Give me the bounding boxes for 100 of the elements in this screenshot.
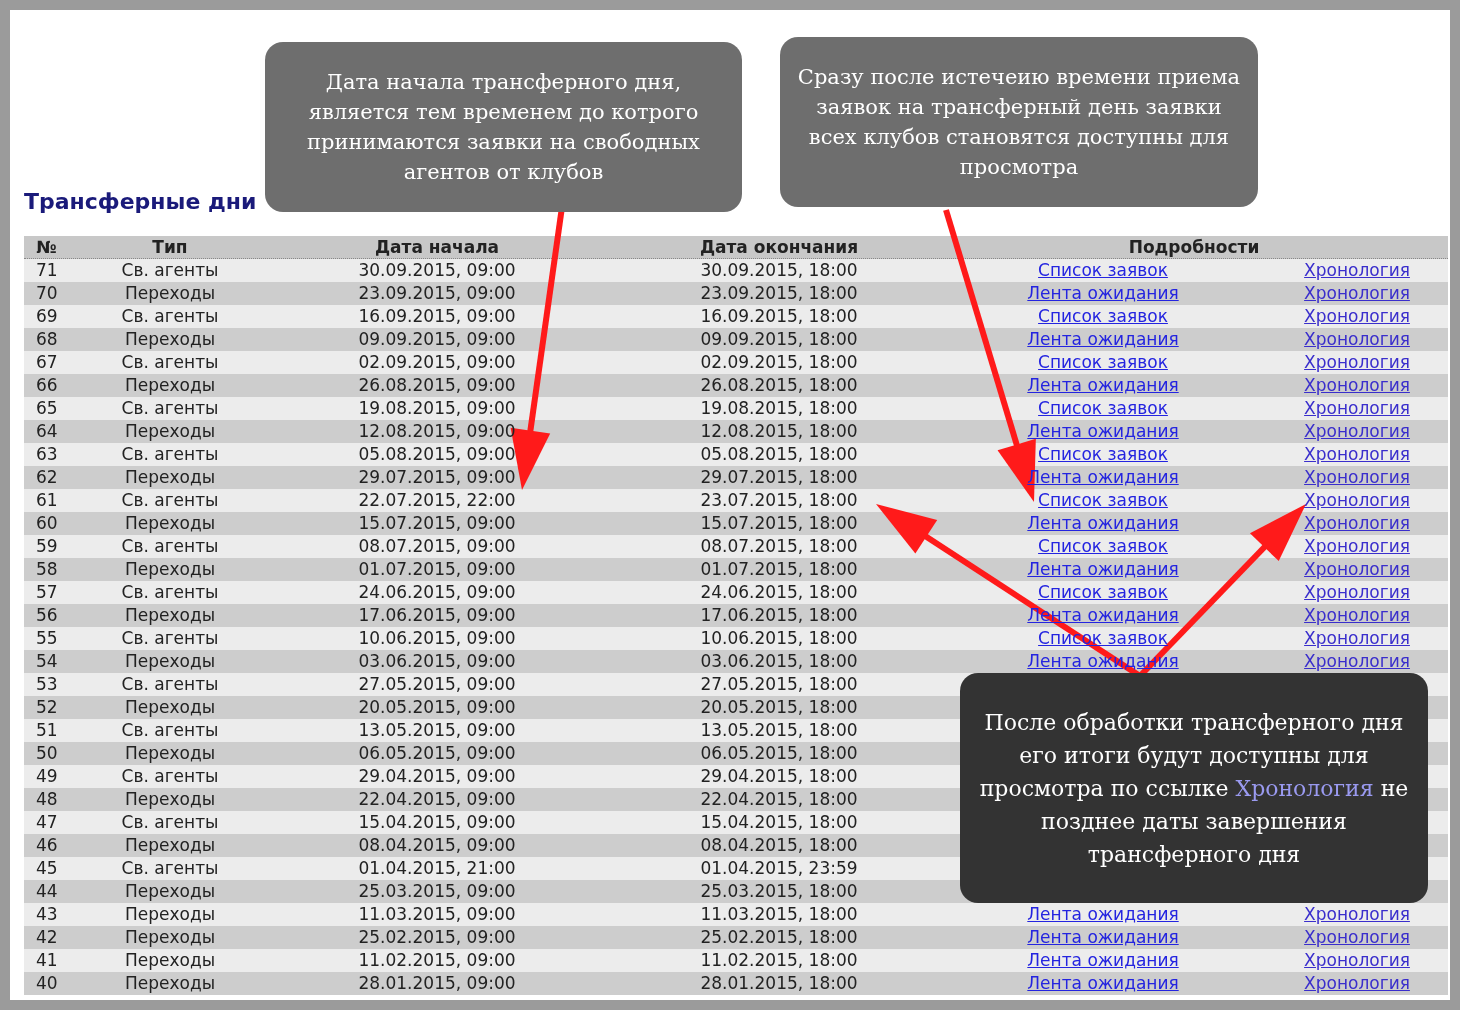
table-cell-text: 58 — [35, 558, 59, 581]
table-cell-text: 66 — [35, 374, 59, 397]
table-cell-text: 12.08.2015, 09:00 — [357, 420, 517, 443]
table-cell-text: 62 — [35, 466, 59, 489]
history-link[interactable]: Хронология — [1304, 352, 1410, 372]
details-link[interactable]: Лента ожидания — [1027, 559, 1179, 579]
table-cell-text: 01.04.2015, 21:00 — [357, 857, 517, 880]
details-link[interactable]: Список заявок — [1038, 490, 1168, 510]
table-cell-text: Переходы — [123, 926, 217, 949]
table-cell-text: 13.05.2015, 09:00 — [357, 719, 517, 742]
history-link[interactable]: Хронология — [1304, 605, 1410, 625]
history-link[interactable]: Хронология — [1304, 283, 1410, 303]
table-cell-text: 09.09.2015, 18:00 — [699, 328, 859, 351]
table-cell-text: 29.04.2015, 09:00 — [357, 765, 517, 788]
table-cell-text: 56 — [35, 604, 59, 627]
table-cell-text: Переходы — [123, 650, 217, 673]
history-link[interactable]: Хронология — [1304, 513, 1410, 533]
table-cell-text: Переходы — [123, 788, 217, 811]
table-cell-text: 43 — [35, 903, 59, 926]
table-cell-text: Переходы — [123, 466, 217, 489]
history-link[interactable]: Хронология — [1304, 467, 1410, 487]
table-cell-text: 53 — [35, 673, 59, 696]
table-cell-text: 65 — [35, 397, 59, 420]
table-cell-text: Св. агенты — [120, 397, 220, 420]
history-link[interactable]: Хронология — [1304, 559, 1410, 579]
history-link[interactable]: Хронология — [1304, 398, 1410, 418]
callout-text: Дата начала трансферного дня, является тем временем до котрого принимаются заявки на свободных агентов от клубов — [306, 69, 701, 186]
history-link[interactable]: Хронология — [1304, 904, 1410, 924]
table-cell-text: 01.07.2015, 18:00 — [699, 558, 859, 581]
table-cell-text: 19.08.2015, 18:00 — [699, 397, 859, 420]
history-link[interactable]: Хронология — [1304, 490, 1410, 510]
details-link[interactable]: Лента ожидания — [1027, 927, 1179, 947]
table-cell-text: 05.08.2015, 09:00 — [357, 443, 517, 466]
table-cell-text: 50 — [35, 742, 59, 765]
column-header: Дата окончания — [698, 236, 860, 259]
table-cell-text: Переходы — [123, 558, 217, 581]
history-link[interactable]: Хронология — [1304, 582, 1410, 602]
history-link[interactable]: Хронология — [1304, 927, 1410, 947]
details-link[interactable]: Лента ожидания — [1027, 950, 1179, 970]
details-link[interactable]: Список заявок — [1038, 352, 1168, 372]
history-link[interactable]: Хронология — [1304, 329, 1410, 349]
table-cell-text: 15.07.2015, 18:00 — [699, 512, 859, 535]
details-link[interactable]: Список заявок — [1038, 536, 1168, 556]
table-cell-text: 11.02.2015, 09:00 — [357, 949, 517, 972]
table-cell-text: Переходы — [123, 512, 217, 535]
history-link[interactable]: Хронология — [1304, 375, 1410, 395]
table-cell-text: Переходы — [123, 742, 217, 765]
table-cell-text: 60 — [35, 512, 59, 535]
details-link[interactable]: Список заявок — [1038, 582, 1168, 602]
table-cell-text: 11.02.2015, 18:00 — [699, 949, 859, 972]
history-link[interactable]: Хронология — [1304, 306, 1410, 326]
history-link[interactable]: Хронология — [1304, 421, 1410, 441]
history-link[interactable]: Хронология — [1304, 536, 1410, 556]
history-link[interactable]: Хронология — [1304, 973, 1410, 993]
table-cell-text: 17.06.2015, 09:00 — [357, 604, 517, 627]
table-cell-text: 61 — [35, 489, 59, 512]
table-cell-text: 24.06.2015, 09:00 — [357, 581, 517, 604]
table-cell-text: 24.06.2015, 18:00 — [699, 581, 859, 604]
table-cell-text: 03.06.2015, 18:00 — [699, 650, 859, 673]
table-cell-text: Переходы — [123, 604, 217, 627]
history-link[interactable]: Хронология — [1304, 628, 1410, 648]
table-cell-text: 11.03.2015, 09:00 — [357, 903, 517, 926]
table-cell-text: 25.03.2015, 09:00 — [357, 880, 517, 903]
table-cell-text: 10.06.2015, 18:00 — [699, 627, 859, 650]
table-cell-text: 63 — [35, 443, 59, 466]
table-cell-text: Св. агенты — [120, 719, 220, 742]
table-cell-text: 40 — [35, 972, 59, 995]
table-cell-text: 59 — [35, 535, 59, 558]
page-title: Трансферные дни — [24, 188, 258, 216]
table-cell-text: Св. агенты — [120, 443, 220, 466]
details-link[interactable]: Лента ожидания — [1027, 283, 1179, 303]
details-link[interactable]: Лента ожидания — [1027, 904, 1179, 924]
column-header: Подробности — [1127, 236, 1261, 259]
table-cell-text: 71 — [35, 259, 59, 282]
table-cell-text: Переходы — [123, 420, 217, 443]
history-link[interactable]: Хронология — [1304, 950, 1410, 970]
details-link[interactable]: Список заявок — [1038, 306, 1168, 326]
table-cell-text: 25.02.2015, 18:00 — [699, 926, 859, 949]
table-cell-text: Переходы — [123, 834, 217, 857]
table-cell-text: 15.04.2015, 09:00 — [357, 811, 517, 834]
history-link[interactable]: Хронология — [1304, 444, 1410, 464]
table-cell-text: 47 — [35, 811, 59, 834]
details-link[interactable]: Список заявок — [1038, 444, 1168, 464]
table-cell-text: 26.08.2015, 18:00 — [699, 374, 859, 397]
table-cell-text: Св. агенты — [120, 765, 220, 788]
table-cell-text: 08.04.2015, 18:00 — [699, 834, 859, 857]
details-link[interactable]: Список заявок — [1038, 398, 1168, 418]
table-cell-text: 52 — [35, 696, 59, 719]
details-link[interactable]: Лента ожидания — [1027, 329, 1179, 349]
details-link[interactable]: Список заявок — [1038, 260, 1168, 280]
table-cell-text: 55 — [35, 627, 59, 650]
table-cell-text: 19.08.2015, 09:00 — [357, 397, 517, 420]
table-cell-text: 23.09.2015, 09:00 — [357, 282, 517, 305]
details-link[interactable]: Лента ожидания — [1027, 375, 1179, 395]
details-link[interactable]: Лента ожидания — [1027, 513, 1179, 533]
history-link[interactable]: Хронология — [1304, 651, 1410, 671]
history-link[interactable]: Хронология — [1304, 260, 1410, 280]
table-cell-text: 25.02.2015, 09:00 — [357, 926, 517, 949]
details-link[interactable]: Лента ожидания — [1027, 421, 1179, 441]
details-link[interactable]: Лента ожидания — [1027, 973, 1179, 993]
